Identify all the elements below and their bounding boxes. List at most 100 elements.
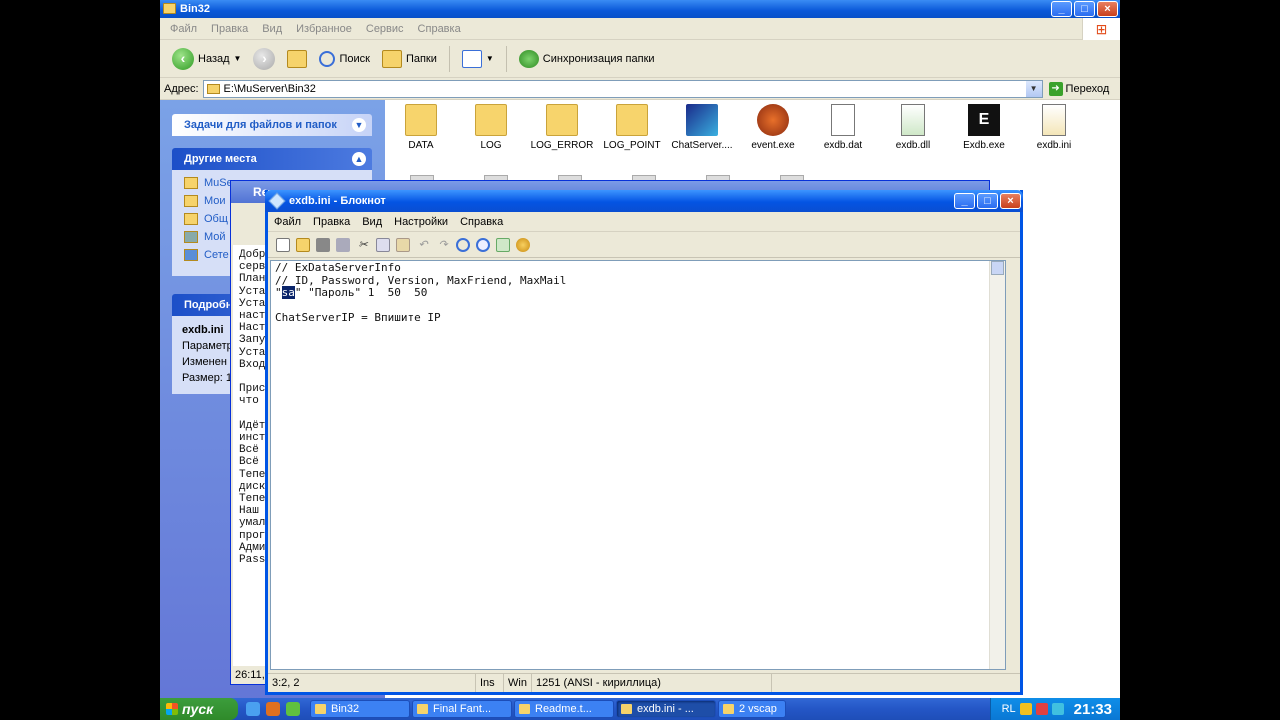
readme-text-line: Адми [239, 541, 266, 554]
menu-tools[interactable]: Сервис [366, 18, 404, 39]
back-button[interactable]: ‹ Назад ▼ [168, 44, 245, 74]
open-folder-icon[interactable] [296, 237, 310, 252]
close-button[interactable]: × [1097, 1, 1118, 17]
clock: 21:33 [1073, 700, 1112, 718]
preview-icon[interactable] [496, 237, 510, 252]
sync-folder-button[interactable]: Синхронизация папки [515, 44, 659, 74]
maximize-button[interactable]: □ [977, 193, 998, 209]
up-button[interactable] [283, 44, 311, 74]
vertical-scrollbar[interactable] [989, 261, 1005, 669]
undo-icon[interactable]: ↶ [416, 238, 430, 252]
file-tasks-header[interactable]: Задачи для файлов и папок ▼ [172, 114, 372, 136]
explorer-menubar: Файл Правка Вид Избранное Сервис Справка [160, 18, 1120, 40]
scroll-thumb[interactable] [991, 261, 1004, 275]
chevron-down-icon[interactable]: ▼ [234, 54, 242, 63]
go-button[interactable]: ➜ Переход [1048, 81, 1109, 96]
encoding: 1251 (ANSI - кириллица) [532, 674, 772, 692]
chevron-up-icon[interactable]: ▲ [352, 152, 366, 166]
file-item-log[interactable]: LOG [455, 104, 527, 151]
folders-button[interactable]: Папки [378, 44, 441, 74]
back-label: Назад [198, 52, 230, 65]
maximize-button[interactable]: □ [1074, 1, 1095, 17]
language-indicator[interactable]: RL [1002, 703, 1016, 715]
replace-icon[interactable] [476, 237, 490, 252]
readme-text-line: что [239, 395, 259, 408]
chevron-down-icon[interactable]: ▼ [1025, 80, 1042, 97]
menu-edit[interactable]: Правка [313, 212, 350, 231]
system-tray: RL 21:33 [990, 698, 1120, 720]
file-item-exdb-dll[interactable]: exdb.dll [877, 104, 949, 151]
redo-icon[interactable]: ↷ [436, 238, 450, 252]
folders-icon [381, 49, 402, 68]
cut-icon[interactable]: ✂ [356, 238, 370, 252]
tray-icon[interactable] [1019, 703, 1032, 715]
app-icon[interactable] [286, 702, 300, 716]
file-label: LOG [480, 140, 502, 151]
start-button[interactable]: пуск [160, 698, 238, 720]
views-button[interactable]: ▼ [458, 44, 498, 74]
close-button[interactable]: × [1000, 193, 1021, 209]
file-item-event[interactable]: event.exe [737, 104, 809, 151]
tray-icon[interactable] [1035, 703, 1048, 715]
file-item-data[interactable]: DATA [385, 104, 457, 151]
file-item-log-point[interactable]: LOG_POINT [596, 104, 668, 151]
browser-icon[interactable] [246, 702, 260, 716]
taskbar-item-readme[interactable]: Readme.t... [514, 700, 614, 718]
taskbar-item-bin32[interactable]: Bin32 [310, 700, 410, 718]
other-places-header[interactable]: Другие места ▲ [172, 148, 372, 170]
quick-launch [238, 702, 308, 716]
menu-file[interactable]: Файл [170, 18, 197, 39]
menu-view[interactable]: Вид [262, 18, 282, 39]
minimize-button[interactable]: _ [954, 193, 975, 209]
menu-favorites[interactable]: Избранное [296, 18, 352, 39]
media-icon[interactable] [266, 702, 280, 716]
print-icon[interactable] [336, 237, 350, 252]
file-label: ChatServer.... [671, 140, 733, 151]
tray-icon[interactable] [1051, 703, 1064, 715]
menu-help[interactable]: Справка [460, 212, 503, 231]
taskbar-item-vscap[interactable]: 2 vscap [718, 700, 786, 718]
sync-icon [518, 49, 539, 68]
readme-text-line: серв [239, 261, 266, 274]
save-icon[interactable] [316, 237, 330, 252]
readme-text-line: Тепе [239, 493, 266, 506]
readme-text-line: Наст [239, 322, 266, 335]
menu-view[interactable]: Вид [362, 212, 382, 231]
readme-text-line: Запу [239, 334, 266, 347]
find-icon[interactable] [456, 237, 470, 252]
dll-icon [901, 104, 925, 136]
address-input[interactable]: E:\MuServer\Bin32 ▼ [202, 79, 1043, 98]
new-file-icon[interactable] [276, 237, 290, 252]
chevron-down-icon[interactable]: ▼ [352, 118, 366, 132]
readme-text-line: Всё [239, 456, 259, 469]
notepad-text-area[interactable]: // ExDataServerInfo// ID, Password, Vers… [270, 260, 1006, 670]
file-item-exdb-ini[interactable]: exdb.ini [1018, 104, 1090, 151]
file-item-chatserver[interactable]: ChatServer.... [666, 104, 738, 151]
file-item-exdb-dat[interactable]: exdb.dat [807, 104, 879, 151]
settings-gear-icon[interactable] [516, 237, 530, 252]
readme-text-line: Идёт [239, 419, 266, 432]
menu-edit[interactable]: Правка [211, 18, 248, 39]
address-value: E:\MuServer\Bin32 [223, 82, 316, 95]
network-icon [184, 249, 198, 261]
menu-help[interactable]: Справка [418, 18, 461, 39]
ini-settings-icon [1042, 104, 1066, 136]
place-label: Мои [204, 195, 226, 207]
file-item-exdb-exe[interactable]: E Exdb.exe [948, 104, 1020, 151]
taskbar-item-exdb-ini[interactable]: exdb.ini - ... [616, 700, 716, 718]
taskbar-item-final-fantasy[interactable]: Final Fant... [412, 700, 512, 718]
forward-button[interactable]: › [249, 44, 279, 74]
readme-text-area[interactable]: Добр серв План Уста Уста наст Наст Запу Уста Вход… [233, 245, 267, 666]
documents-icon [184, 195, 198, 207]
menu-settings[interactable]: Настройки [394, 212, 448, 231]
notepad-window[interactable]: exdb.ini - Блокнот _ □ × Файл Правка Вид… [265, 190, 1023, 695]
cursor-position: 3:2, 2 [268, 674, 476, 692]
search-button[interactable]: Поиск [315, 44, 373, 74]
file-item-log-error[interactable]: LOG_ERROR [526, 104, 598, 151]
taskbar: пуск Bin32 Final Fant... Readme.t... exd… [160, 698, 1120, 720]
paste-icon[interactable] [396, 237, 410, 252]
place-label: Мой [204, 231, 226, 243]
copy-icon[interactable] [376, 237, 390, 252]
menu-file[interactable]: Файл [274, 212, 301, 231]
minimize-button[interactable]: _ [1051, 1, 1072, 17]
